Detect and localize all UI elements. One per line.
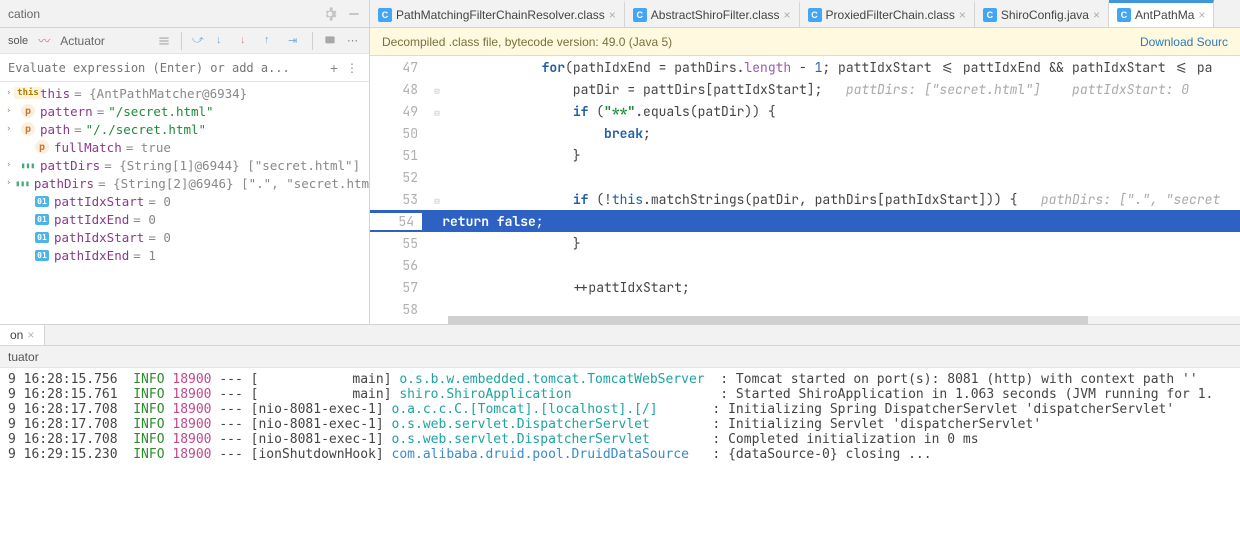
tab-label: AbstractShiroFilter.class	[651, 8, 780, 22]
evaluate-expression-input[interactable]	[8, 61, 325, 75]
file-icon: C	[378, 8, 392, 22]
variable-row[interactable]: ›ppattern = "/secret.html"	[0, 102, 369, 120]
list-icon[interactable]	[157, 34, 171, 48]
code-line[interactable]: 57 ++pattIdxStart;	[370, 276, 1240, 298]
more-icon[interactable]: ⋯	[347, 34, 361, 48]
editor-tab[interactable]: C ShiroConfig.java ×	[975, 0, 1109, 27]
tab-label: AntPathMa	[1135, 8, 1194, 22]
main-split: sole 〰 Actuator ⤻ ↓ ↓ ↑ ⇥ ⋯ + ⋮ ›thisthi…	[0, 28, 1240, 324]
console-panel: tuator 9 16:28:15.756 INFO 18900 --- [ m…	[0, 346, 1240, 544]
variable-row[interactable]: ›thisthis = {AntPathMatcher@6934}	[0, 84, 369, 102]
code-line[interactable]: 48⊟ patDir = pattDirs[pattIdxStart]; pat…	[370, 78, 1240, 100]
editor: Decompiled .class file, bytecode version…	[370, 28, 1240, 324]
file-icon: C	[808, 8, 822, 22]
close-icon[interactable]: ×	[959, 8, 966, 22]
file-icon: C	[1117, 8, 1131, 22]
debug-title: cation	[8, 7, 40, 21]
gear-icon[interactable]	[323, 7, 337, 21]
code-line[interactable]: 56	[370, 254, 1240, 276]
download-sources-link[interactable]: Download Sourc	[1140, 35, 1228, 49]
decompiled-banner: Decompiled .class file, bytecode version…	[370, 28, 1240, 56]
banner-text: Decompiled .class file, bytecode version…	[382, 35, 672, 49]
code-line[interactable]: 52	[370, 166, 1240, 188]
tab-label: ProxiedFilterChain.class	[826, 8, 955, 22]
scrollbar-thumb[interactable]	[448, 316, 1088, 324]
file-icon: C	[983, 8, 997, 22]
variable-row[interactable]: ›ppath = "/./secret.html"	[0, 120, 369, 138]
tab-label: PathMatchingFilterChainResolver.class	[396, 8, 605, 22]
scrollbar-horizontal[interactable]	[448, 316, 1240, 324]
add-watch-icon[interactable]: +	[325, 60, 343, 76]
file-icon: C	[633, 8, 647, 22]
step-into-icon[interactable]: ↓	[216, 34, 230, 48]
step-into-force-icon[interactable]: ↓	[240, 34, 254, 48]
console-log[interactable]: 9 16:28:15.756 INFO 18900 --- [ main] o.…	[0, 368, 1240, 544]
variable-row[interactable]: 01pattIdxEnd = 0	[0, 210, 369, 228]
code-area[interactable]: 47 for(pathIdxEnd = pathDirs.length - 1;…	[370, 56, 1240, 324]
step-over-icon[interactable]: ⤻	[192, 34, 206, 48]
minus-icon[interactable]	[347, 7, 361, 21]
evaluate-expression-row: + ⋮	[0, 54, 369, 82]
close-icon[interactable]: ×	[609, 8, 616, 22]
close-icon[interactable]: ×	[784, 8, 791, 22]
variable-row[interactable]: 01pattIdxStart = 0	[0, 192, 369, 210]
debug-toolbar: cation	[0, 0, 370, 27]
variable-row[interactable]: pfullMatch = true	[0, 138, 369, 156]
step-out-icon[interactable]: ↑	[264, 34, 278, 48]
editor-tabs: CPathMatchingFilterChainResolver.class×C…	[370, 0, 1240, 27]
overflow-icon[interactable]: ⋮	[343, 61, 361, 75]
editor-tab[interactable]: C AbstractShiroFilter.class ×	[625, 0, 800, 27]
editor-tab[interactable]: C ProxiedFilterChain.class ×	[800, 0, 975, 27]
code-line[interactable]: 51 }	[370, 144, 1240, 166]
code-line[interactable]: 55 }	[370, 232, 1240, 254]
debug-panel: sole 〰 Actuator ⤻ ↓ ↓ ↑ ⇥ ⋯ + ⋮ ›thisthi…	[0, 28, 370, 324]
debug-tool-row: sole 〰 Actuator ⤻ ↓ ↓ ↑ ⇥ ⋯	[0, 28, 369, 54]
evaluate-icon[interactable]	[323, 34, 337, 48]
close-icon[interactable]: ×	[1093, 8, 1100, 22]
variable-row[interactable]: ›▮▮▮pattDirs = {String[1]@6944} ["secret…	[0, 156, 369, 174]
editor-tab[interactable]: C PathMatchingFilterChainResolver.class ×	[370, 0, 625, 27]
code-line[interactable]: 47 for(pathIdxEnd = pathDirs.length - 1;…	[370, 56, 1240, 78]
code-line[interactable]: 50 break;	[370, 122, 1240, 144]
actuator-icon: 〰	[38, 32, 50, 49]
code-line[interactable]: 54 return false;	[370, 210, 1240, 232]
variable-row[interactable]: ›▮▮▮pathDirs = {String[2]@6946} [".", "s…	[0, 174, 369, 192]
bottom-tab-label: on	[10, 328, 23, 342]
console-header: tuator	[0, 346, 1240, 368]
variables-tree[interactable]: ›thisthis = {AntPathMatcher@6934}›ppatte…	[0, 82, 369, 324]
code-line[interactable]: 49⊟ if ("**".equals(patDir)) {	[370, 100, 1240, 122]
run-to-cursor-icon[interactable]: ⇥	[288, 34, 302, 48]
editor-tab[interactable]: C AntPathMa ×	[1109, 0, 1214, 27]
close-icon[interactable]: ×	[1198, 8, 1205, 22]
variable-row[interactable]: 01pathIdxStart = 0	[0, 228, 369, 246]
code-line[interactable]: 53⊟ if (!this.matchStrings(patDir, pathD…	[370, 188, 1240, 210]
variable-row[interactable]: 01pathIdxEnd = 1	[0, 246, 369, 264]
console-label: sole	[8, 35, 28, 47]
tab-label: ShiroConfig.java	[1001, 8, 1089, 22]
close-icon[interactable]: ×	[27, 328, 34, 342]
bottom-tab[interactable]: on ×	[0, 325, 45, 345]
titlebar: cation C PathMatchingFilterChainResolver.…	[0, 0, 1240, 28]
actuator-label[interactable]: Actuator	[60, 34, 105, 48]
bottom-tool-tabs: on ×	[0, 324, 1240, 346]
